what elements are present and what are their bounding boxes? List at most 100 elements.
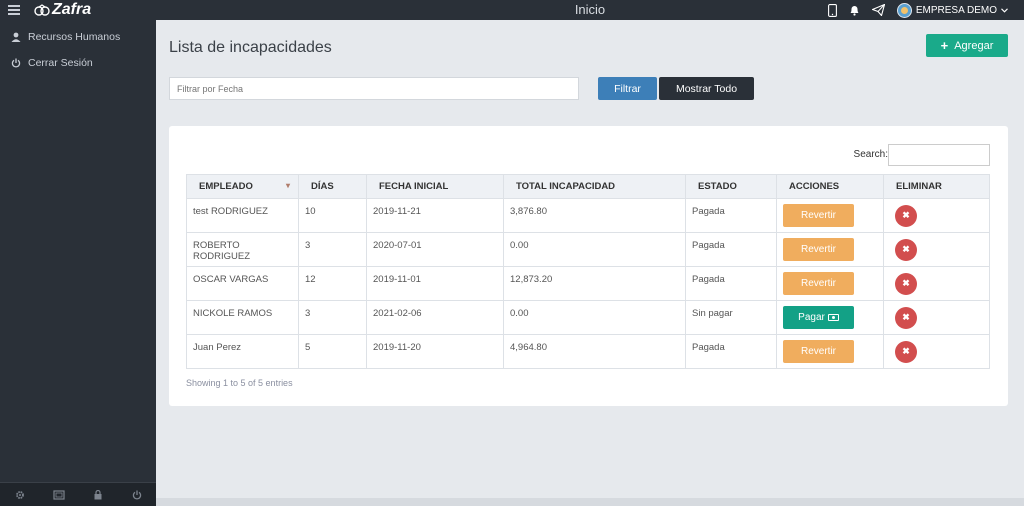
revert-button[interactable]: Revertir bbox=[783, 204, 854, 227]
cell-dias: 12 bbox=[298, 266, 367, 301]
cell-dias: 5 bbox=[298, 334, 367, 369]
pagination-info: Showing 1 to 5 of 5 entries bbox=[186, 378, 293, 388]
cell-fecha: 2019-11-01 bbox=[366, 266, 504, 301]
money-icon bbox=[827, 314, 839, 321]
revert-button[interactable]: Revertir bbox=[783, 238, 854, 261]
delete-icon[interactable]: ✖ bbox=[895, 204, 917, 227]
col-dias[interactable]: DÍAS bbox=[298, 174, 367, 199]
delete-icon[interactable]: ✖ bbox=[895, 272, 917, 295]
table-header-row: EMPLEADO ▾ DÍAS FECHA INICIAL TOTAL INCAP… bbox=[186, 174, 990, 199]
brand-name: Zafra bbox=[52, 1, 92, 18]
cell-empleado: ROBERTO RODRIGUEZ bbox=[186, 232, 299, 267]
cell-estado: Sin pagar bbox=[685, 300, 777, 335]
power-icon bbox=[11, 58, 21, 68]
table-row: NICKOLE RAMOS 3 2021-02-06 0.00 Sin paga… bbox=[186, 300, 990, 335]
sidebar-item-recursos-humanos[interactable]: Recursos Humanos bbox=[0, 24, 156, 50]
send-icon[interactable] bbox=[871, 4, 885, 16]
menu-toggle-icon[interactable] bbox=[8, 5, 20, 15]
cell-acciones: Pagar bbox=[776, 300, 884, 335]
revert-button[interactable]: Revertir bbox=[783, 272, 854, 295]
col-acciones[interactable]: ACCIONES bbox=[776, 174, 884, 199]
cell-estado: Pagada bbox=[685, 198, 777, 233]
cell-fecha: 2019-11-21 bbox=[366, 198, 504, 233]
main-content: Lista de incapacidades + Agregar Filtrar… bbox=[156, 20, 1024, 506]
pay-button-label: Pagar bbox=[798, 312, 825, 323]
table-row: OSCAR VARGAS 12 2019-11-01 12,873.20 Pag… bbox=[186, 266, 990, 301]
avatar bbox=[896, 2, 912, 18]
topbar-icons: EMPRESA DEMO bbox=[827, 0, 1008, 20]
cell-acciones: Revertir bbox=[776, 334, 884, 369]
cell-total: 12,873.20 bbox=[503, 266, 686, 301]
cell-dias: 3 bbox=[298, 232, 367, 267]
sidebar: Zafra Recursos Humanos Cerrar Sesión bbox=[0, 0, 156, 506]
cell-fecha: 2019-11-20 bbox=[366, 334, 504, 369]
side-menu: Recursos Humanos Cerrar Sesión bbox=[0, 24, 156, 76]
mobile-icon[interactable] bbox=[827, 3, 837, 17]
sidebar-footer bbox=[0, 482, 156, 506]
col-eliminar[interactable]: ELIMINAR bbox=[883, 174, 990, 199]
add-button[interactable]: + Agregar bbox=[926, 34, 1008, 57]
col-estado[interactable]: ESTADO bbox=[685, 174, 777, 199]
sidebar-item-label: Recursos Humanos bbox=[28, 31, 121, 43]
col-empleado[interactable]: EMPLEADO ▾ bbox=[186, 174, 299, 199]
cell-total: 3,876.80 bbox=[503, 198, 686, 233]
table-row: test RODRIGUEZ 10 2019-11-21 3,876.80 Pa… bbox=[186, 198, 990, 233]
fullscreen-icon[interactable] bbox=[44, 485, 74, 505]
page-title: Lista de incapacidades bbox=[169, 39, 332, 56]
pay-button[interactable]: Pagar bbox=[783, 306, 854, 329]
logo-icon bbox=[34, 4, 50, 16]
plus-icon: + bbox=[940, 38, 949, 53]
table-row: ROBERTO RODRIGUEZ 3 2020-07-01 0.00 Paga… bbox=[186, 232, 990, 267]
power-icon[interactable] bbox=[122, 485, 152, 505]
sidebar-item-cerrar-sesion[interactable]: Cerrar Sesión bbox=[0, 50, 156, 76]
sidebar-item-label: Cerrar Sesión bbox=[28, 57, 93, 69]
filter-button[interactable]: Filtrar bbox=[598, 77, 657, 100]
delete-icon[interactable]: ✖ bbox=[895, 340, 917, 363]
cell-total: 4,964.80 bbox=[503, 334, 686, 369]
cell-eliminar: ✖ bbox=[883, 232, 990, 267]
cell-eliminar: ✖ bbox=[883, 334, 990, 369]
col-fecha-inicial[interactable]: FECHA INICIAL bbox=[366, 174, 504, 199]
revert-button[interactable]: Revertir bbox=[783, 340, 854, 363]
bell-icon[interactable] bbox=[849, 4, 860, 16]
incapacidades-table: EMPLEADO ▾ DÍAS FECHA INICIAL TOTAL INCAP… bbox=[186, 174, 990, 369]
delete-icon[interactable]: ✖ bbox=[895, 306, 917, 329]
bottom-strip bbox=[156, 498, 1024, 506]
topbar: Inicio EMPRESA DEMO bbox=[156, 0, 1024, 20]
table-row: Juan Perez 5 2019-11-20 4,964.80 Pagada … bbox=[186, 334, 990, 369]
cell-empleado: OSCAR VARGAS bbox=[186, 266, 299, 301]
cell-empleado: Juan Perez bbox=[186, 334, 299, 369]
date-filter-input[interactable] bbox=[169, 77, 579, 100]
cell-fecha: 2021-02-06 bbox=[366, 300, 504, 335]
sort-down-icon[interactable]: ▾ bbox=[286, 181, 290, 190]
company-name: EMPRESA DEMO bbox=[915, 4, 997, 16]
user-icon bbox=[11, 32, 21, 42]
col-total-incapacidad[interactable]: TOTAL INCAPACIDAD bbox=[503, 174, 686, 199]
lock-icon[interactable] bbox=[83, 485, 113, 505]
add-button-label: Agregar bbox=[954, 39, 994, 52]
cell-dias: 3 bbox=[298, 300, 367, 335]
cell-acciones: Revertir bbox=[776, 198, 884, 233]
table-card: Search: EMPLEADO ▾ DÍAS FECHA INICIAL TOT… bbox=[169, 126, 1008, 406]
cell-total: 0.00 bbox=[503, 300, 686, 335]
cell-eliminar: ✖ bbox=[883, 300, 990, 335]
cell-empleado: NICKOLE RAMOS bbox=[186, 300, 299, 335]
cell-estado: Pagada bbox=[685, 232, 777, 267]
cell-acciones: Revertir bbox=[776, 232, 884, 267]
cell-estado: Pagada bbox=[685, 266, 777, 301]
cell-fecha: 2020-07-01 bbox=[366, 232, 504, 267]
show-all-button[interactable]: Mostrar Todo bbox=[659, 77, 754, 100]
cell-estado: Pagada bbox=[685, 334, 777, 369]
company-menu[interactable]: EMPRESA DEMO bbox=[896, 2, 1008, 18]
search-label: Search: bbox=[853, 149, 888, 160]
chevron-down-icon bbox=[1001, 7, 1008, 13]
delete-icon[interactable]: ✖ bbox=[895, 238, 917, 261]
cell-eliminar: ✖ bbox=[883, 266, 990, 301]
search-input[interactable] bbox=[888, 144, 990, 166]
cell-empleado: test RODRIGUEZ bbox=[186, 198, 299, 233]
cell-eliminar: ✖ bbox=[883, 198, 990, 233]
cell-dias: 10 bbox=[298, 198, 367, 233]
logo[interactable]: Zafra bbox=[34, 1, 91, 19]
gear-icon[interactable] bbox=[5, 485, 35, 505]
cell-acciones: Revertir bbox=[776, 266, 884, 301]
